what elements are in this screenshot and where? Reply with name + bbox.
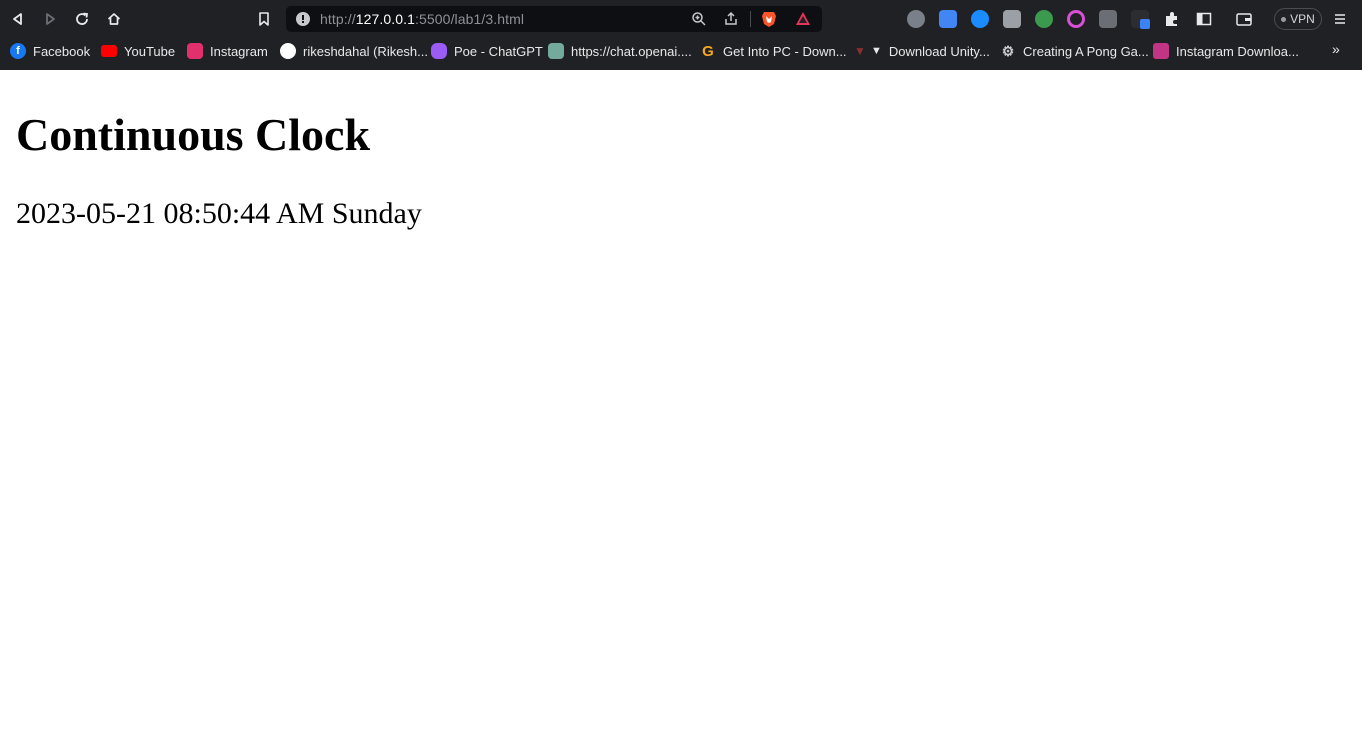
back-icon[interactable]	[8, 9, 28, 29]
unity-icon: ▼	[854, 44, 866, 58]
extension-robot-icon[interactable]	[1035, 10, 1053, 28]
sidebar-toggle-icon[interactable]	[1195, 10, 1213, 28]
menu-icon[interactable]	[1331, 10, 1349, 28]
bookmark-github[interactable]: rikeshdahal (Rikesh...	[280, 41, 428, 61]
url-text[interactable]: http://127.0.0.1:5500/lab1/3.html	[320, 11, 524, 27]
bookmark-label: YouTube	[124, 43, 176, 59]
colorzilla-icon[interactable]	[1067, 10, 1085, 28]
vpn-status-dot	[1281, 16, 1287, 22]
url-path: :5500/lab1/3.html	[415, 11, 525, 27]
bookmark-unity[interactable]: ▼ ▼ Download Unity...	[852, 41, 990, 61]
google-translate-icon[interactable]	[939, 10, 957, 28]
browser-toolbar: http://127.0.0.1:5500/lab1/3.html VPN	[0, 0, 1362, 38]
bookmark-label: rikeshdahal (Rikesh...	[303, 43, 428, 59]
clock-display: 2023-05-21 08:50:44 AM Sunday	[16, 197, 422, 230]
brave-rewards-icon[interactable]	[795, 11, 811, 27]
youtube-icon	[101, 45, 117, 57]
gears-icon: ⚙	[1001, 42, 1015, 59]
bookmark-instagram-downloader[interactable]: Instagram Downloa...	[1153, 41, 1299, 61]
bookmark-label: Instagram Downloa...	[1176, 43, 1299, 59]
bookmark-pong[interactable]: ⚙ Creating A Pong Ga...	[1000, 41, 1149, 61]
address-bar[interactable]: http://127.0.0.1:5500/lab1/3.html	[286, 6, 822, 32]
instagram-downloader-icon	[1153, 43, 1169, 59]
facebook-icon: f	[10, 43, 26, 59]
bookmark-label: Creating A Pong Ga...	[1023, 43, 1149, 59]
instagram-icon	[187, 43, 203, 59]
bookmark-youtube[interactable]: YouTube	[101, 41, 175, 61]
forward-icon[interactable]	[40, 9, 60, 29]
dropdown-triangle-icon: ▼	[871, 45, 882, 57]
vpn-label: VPN	[1290, 12, 1315, 26]
home-icon[interactable]	[104, 9, 124, 29]
bookmark-icon[interactable]	[254, 9, 274, 29]
extension-owl-icon[interactable]	[907, 10, 925, 28]
bookmark-instagram[interactable]: Instagram	[187, 41, 268, 61]
zoom-icon[interactable]	[691, 11, 707, 31]
bookmark-poe[interactable]: Poe - ChatGPT	[431, 41, 543, 61]
browser-chrome: http://127.0.0.1:5500/lab1/3.html VPN f …	[0, 0, 1362, 70]
bookmark-label: Poe - ChatGPT	[454, 43, 543, 59]
urlbar-divider	[750, 11, 751, 27]
vpn-button[interactable]: VPN	[1274, 8, 1322, 30]
wallet-icon[interactable]	[1235, 10, 1253, 28]
reload-icon[interactable]	[72, 9, 92, 29]
bookmark-label: Download Unity...	[888, 43, 990, 59]
share-icon[interactable]	[723, 11, 739, 31]
poe-icon	[431, 43, 447, 59]
url-scheme: http://	[320, 11, 356, 27]
bookmark-getintopc[interactable]: G Get Into PC - Down...	[700, 41, 847, 61]
extension-puzzle-grey-icon[interactable]	[1003, 10, 1021, 28]
page-title: Continuous Clock	[16, 109, 371, 160]
extension-picker-icon[interactable]	[1131, 10, 1150, 29]
github-icon	[280, 43, 296, 59]
page-content: Continuous Clock 2023-05-21 08:50:44 AM …	[0, 70, 1362, 739]
bookmark-label: Get Into PC - Down...	[723, 43, 847, 59]
bookmark-openai[interactable]: https://chat.openai....	[548, 41, 692, 61]
getintopc-icon: G	[702, 42, 714, 60]
url-host: 127.0.0.1	[355, 11, 416, 27]
bookmark-facebook[interactable]: f Facebook	[10, 41, 90, 61]
shazam-icon[interactable]	[971, 10, 989, 28]
bookmarks-bar: f Facebook YouTube Instagram rikeshdahal…	[0, 38, 1362, 64]
bookmarks-overflow-icon[interactable]: »	[1332, 41, 1340, 57]
not-secure-icon[interactable]	[296, 12, 310, 26]
bookmark-label: Instagram	[210, 43, 268, 59]
tab-manager-icon[interactable]	[1099, 10, 1117, 28]
brave-shields-icon[interactable]	[761, 10, 777, 28]
extensions-puzzle-icon[interactable]	[1163, 10, 1181, 28]
bookmark-label: Facebook	[33, 43, 91, 59]
openai-icon	[548, 43, 564, 59]
bookmark-label: https://chat.openai....	[571, 43, 692, 59]
